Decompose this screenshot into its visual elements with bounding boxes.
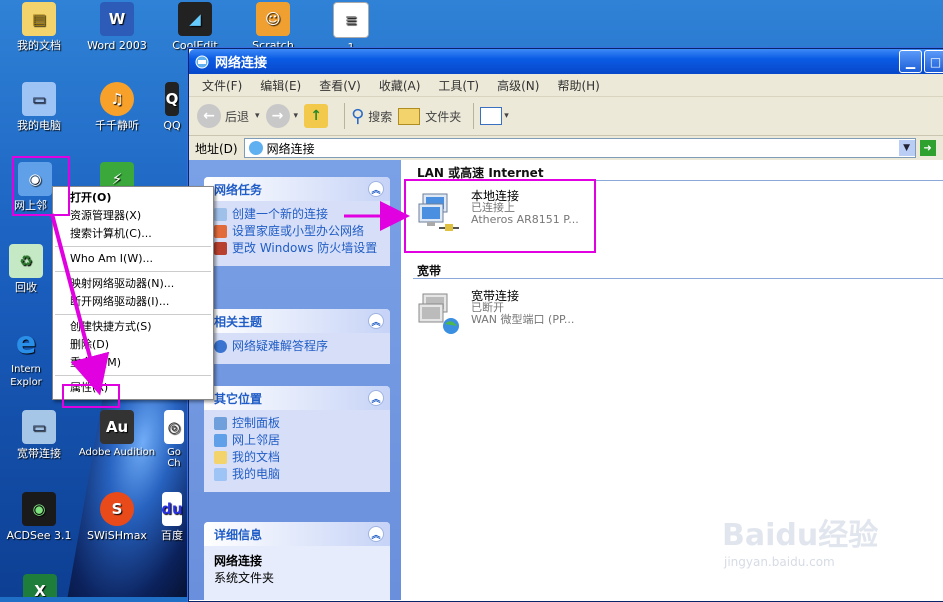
baidu-watermark: Baidu经验 (722, 518, 879, 553)
baidu-watermark-url: jingyan.baidu.com (724, 555, 835, 569)
annotation-arrows (50, 201, 410, 396)
arrow-to-properties (50, 213, 110, 396)
